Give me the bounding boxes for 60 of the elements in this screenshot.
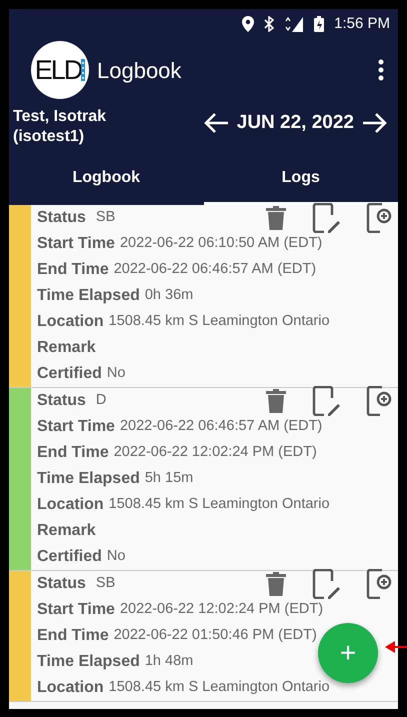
signal-icon [284,16,304,32]
trash-icon[interactable] [266,389,286,413]
tab[interactable]: Logbook [9,155,204,205]
field-label: Remark [37,521,96,541]
field-label: Status [37,208,86,228]
date-label: JUN 22, 2022 [236,111,354,135]
annotation-arrow-icon [385,640,407,654]
field-label: End Time [37,626,109,646]
field-value: 1508.45 km S Leamington Ontario [108,312,330,332]
add-document-icon[interactable] [366,386,392,416]
more-menu-icon[interactable] [378,59,384,81]
driver-name: Test, Isotrak [13,107,106,127]
field-label: Time Elapsed [37,469,140,489]
field-value: 2022-06-22 01:50:46 PM (EDT) [114,626,317,646]
logo-dots-icon [81,59,86,81]
field-label: Remark [37,338,96,358]
logo-text: ELD [34,54,82,87]
field-value: D [96,391,106,410]
field-value: 1508.45 km S Leamington Ontario [108,495,330,514]
field-label: Status [37,391,86,411]
field-value: 0h 36m [144,286,194,306]
edit-document-icon[interactable] [312,569,340,599]
location-pin-icon [242,16,254,32]
field-value: SB [96,208,116,228]
edit-document-icon[interactable] [312,386,340,416]
driver-username: (isotest1) [13,127,86,147]
add-document-icon[interactable] [366,569,392,599]
field-value: No [106,364,126,384]
field-label: Certified [37,364,102,384]
field-label: Location [37,678,104,698]
add-document-icon[interactable] [366,203,392,233]
field-value: 5h 15m [144,469,194,488]
edit-document-icon[interactable] [312,203,340,233]
arrow-right-icon[interactable] [362,112,388,134]
field-label: Location [37,495,104,515]
field-value: 2022-06-22 06:46:57 AM (EDT) [120,417,322,436]
field-value: SB [96,574,116,594]
field-label: Time Elapsed [37,652,140,672]
field-label: Status [37,574,86,594]
field-value: 2022-06-22 06:46:57 AM (EDT) [114,260,316,280]
field-label: Certified [37,547,102,567]
battery-icon [314,16,324,32]
field-value: 2022-06-22 12:02:24 PM (EDT) [120,600,324,620]
status-time: 1:56 PM [334,14,390,34]
field-label: End Time [37,260,109,280]
field-label: End Time [37,443,109,463]
field-value: 2022-06-22 12:02:24 PM (EDT) [114,443,317,462]
field-value: No [106,547,126,566]
field-label: Start Time [37,417,115,437]
field-label: Time Elapsed [37,286,140,306]
field-label: Start Time [37,234,115,254]
bluetooth-icon [264,16,274,32]
field-label: Start Time [37,600,115,620]
field-value: 1h 48m [144,652,194,672]
arrow-left-icon[interactable] [202,112,229,134]
trash-icon[interactable] [266,206,286,230]
field-value: 2022-06-22 06:10:50 AM (EDT) [120,234,322,254]
field-label: Location [37,312,104,332]
app-title: Logbook [97,56,182,85]
trash-icon[interactable] [266,572,286,596]
